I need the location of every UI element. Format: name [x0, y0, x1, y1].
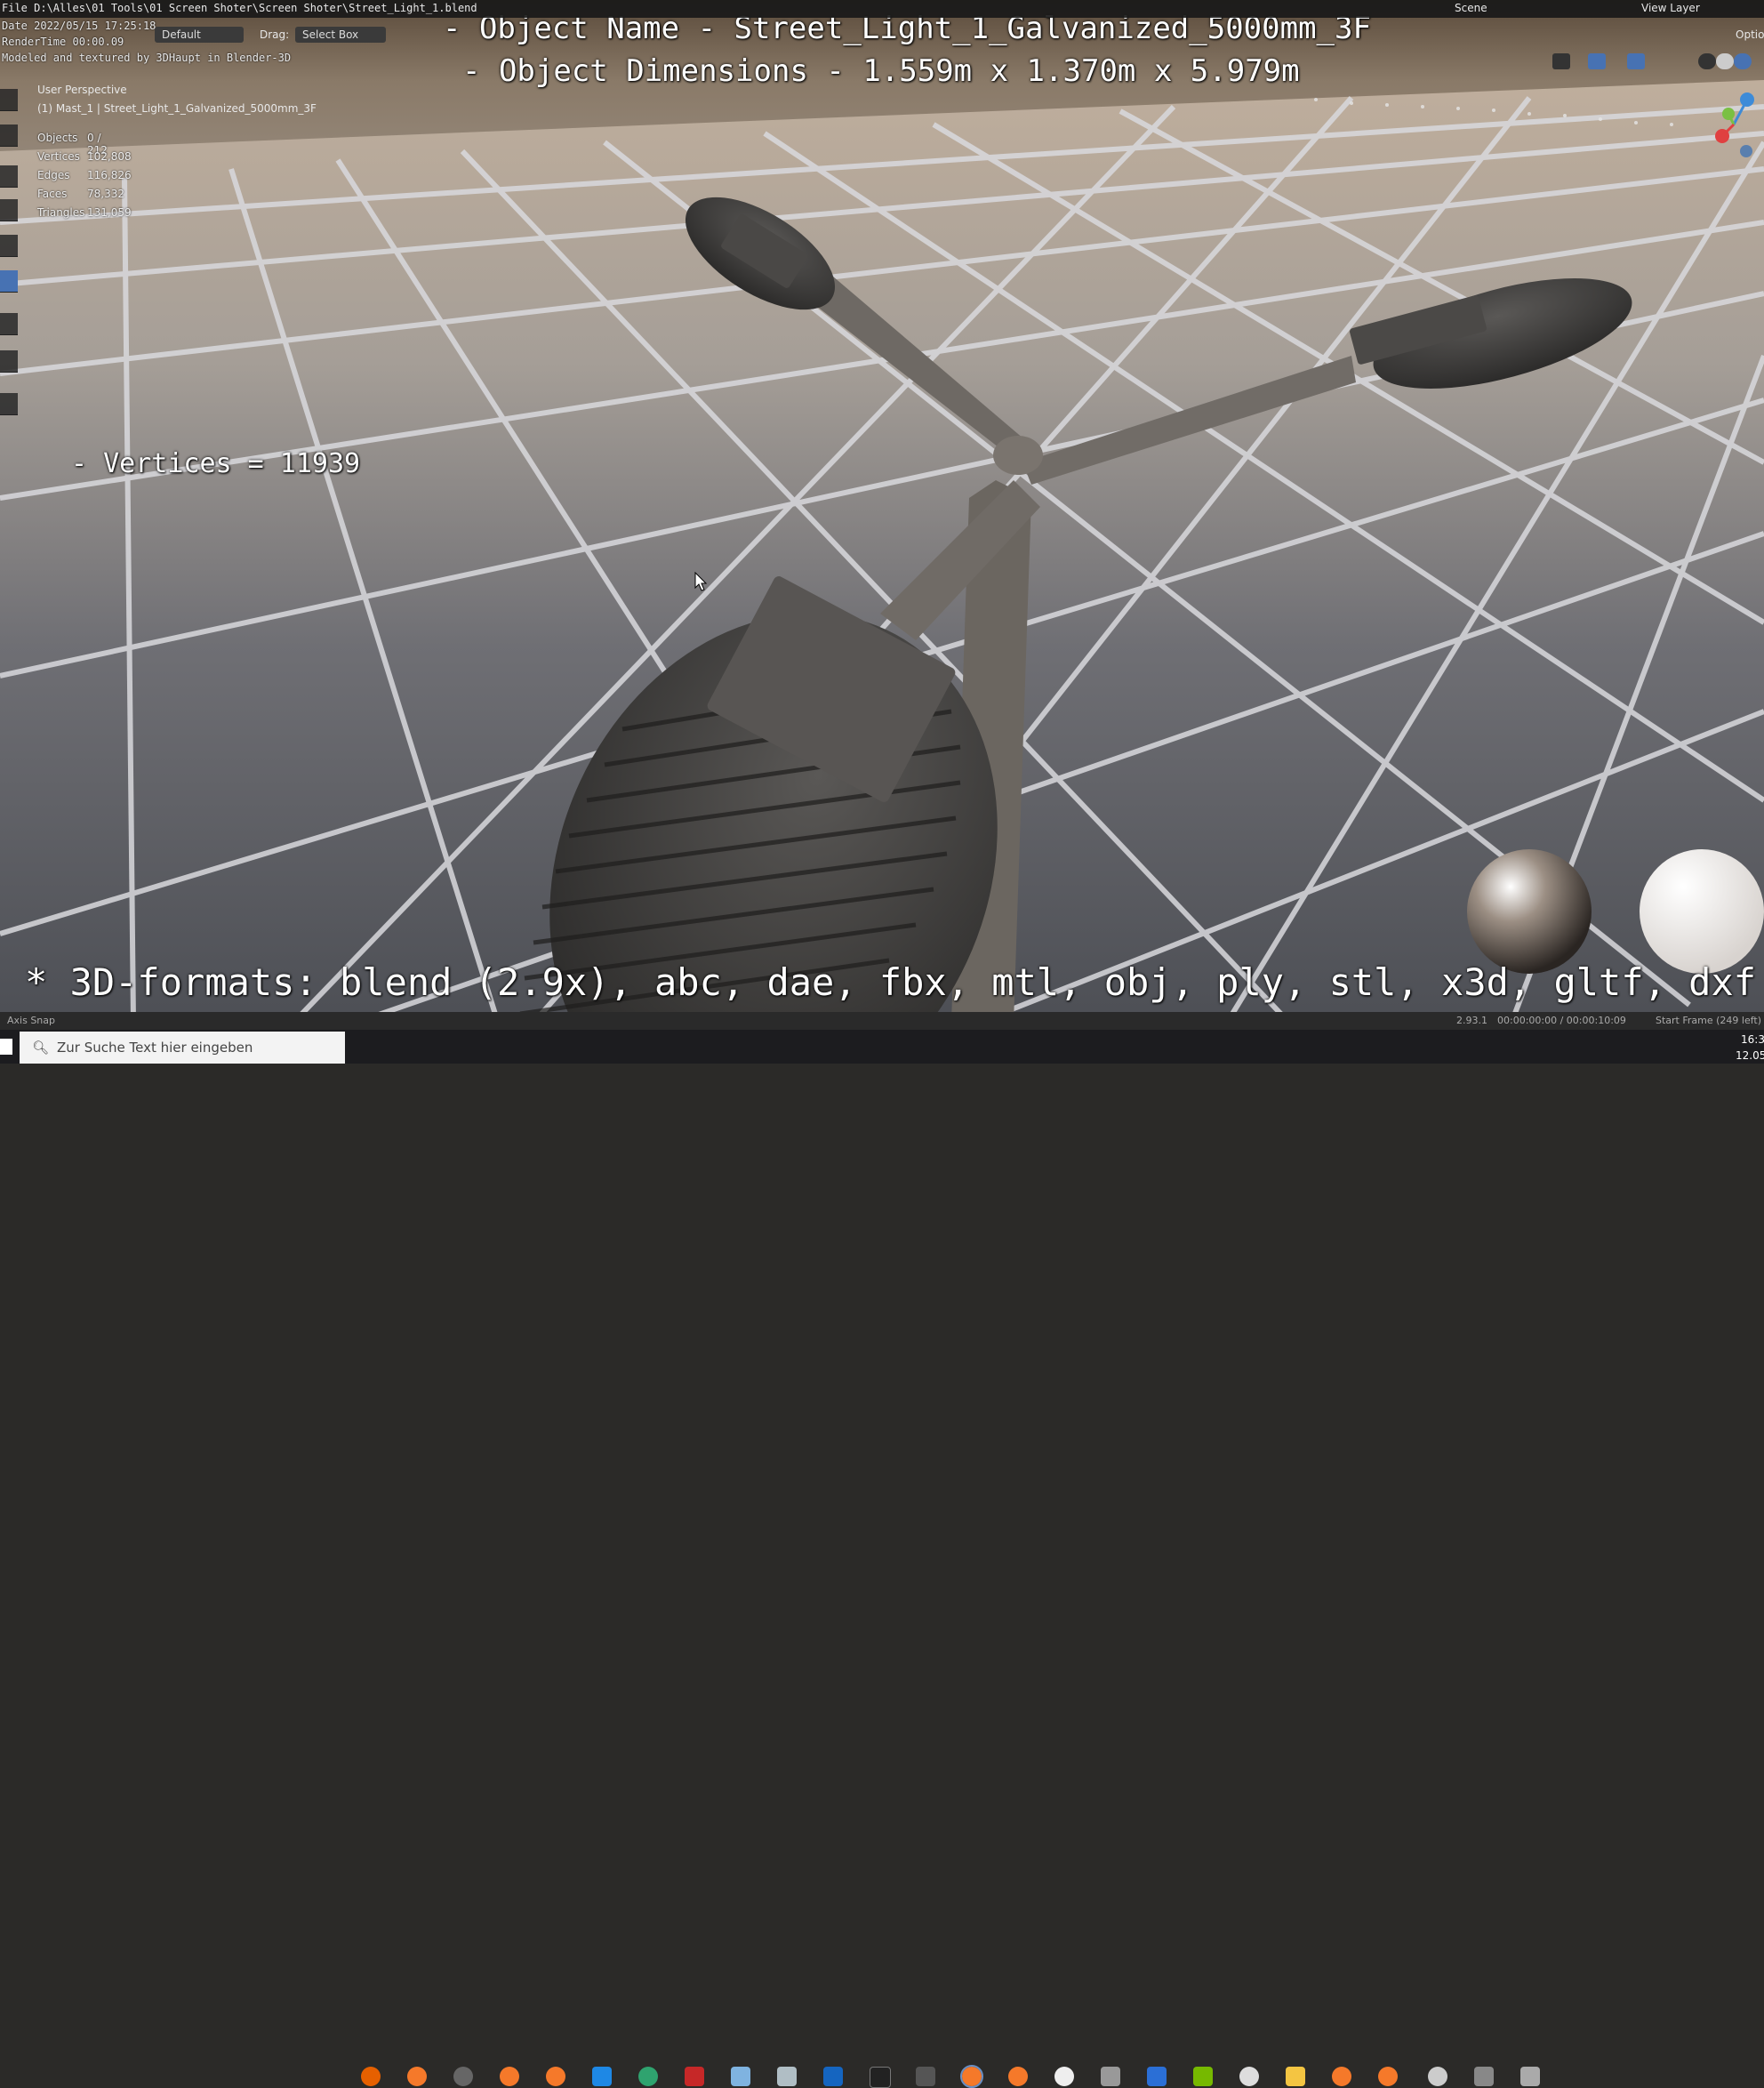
app-red-icon[interactable] [685, 2067, 704, 2086]
blender-icon[interactable] [407, 2067, 427, 2086]
drag-mode-dropdown[interactable]: Select Box [295, 27, 386, 43]
date-label: Date 2022/05/15 17:25:18 [2, 20, 156, 32]
unity-icon[interactable] [453, 2067, 473, 2086]
tool-measure-icon[interactable] [0, 350, 18, 373]
blender-active-icon[interactable] [960, 2065, 983, 2088]
matcap-white-ball [1640, 849, 1764, 974]
object-path-label: (1) Mast_1 | Street_Light_1_Galvanized_5… [37, 102, 317, 115]
tool-cursor-icon[interactable] [0, 124, 18, 147]
top-header-bar: File D:\Alles\01 Tools\01 Screen Shoter\… [0, 0, 1764, 18]
stat-vertices: Vertices 102,808 [37, 150, 132, 163]
overlay-formats: * 3D-formats: blend (2.9x), abc, dae, fb… [25, 960, 1757, 1004]
credit-label: Modeled and textured by 3DHaupt in Blend… [2, 52, 292, 64]
notepad-icon[interactable] [731, 2067, 750, 2086]
app-gray-icon[interactable] [1474, 2067, 1494, 2086]
blender-icon-3[interactable] [546, 2067, 565, 2086]
store-icon[interactable] [823, 2067, 843, 2086]
tool-annotate-icon[interactable] [0, 313, 18, 335]
drag-label: Drag: [260, 28, 290, 41]
workspace-dropdown[interactable]: Default [155, 27, 244, 43]
paint-icon[interactable] [777, 2067, 797, 2086]
blender-icon-2[interactable] [500, 2067, 519, 2086]
mouse-cursor-icon [694, 572, 707, 591]
blender-icon-5[interactable] [1332, 2067, 1351, 2086]
firefox-icon[interactable] [361, 2067, 381, 2086]
status-frame: Start Frame (249 left) [1656, 1015, 1762, 1026]
overlay-object-dimensions: - Object Dimensions - 1.559m x 1.370m x … [462, 53, 1300, 89]
stat-triangles: Triangles 131,059 [37, 206, 132, 219]
overlay-toggle-icon[interactable] [1627, 53, 1645, 69]
settings-gear-icon[interactable] [1428, 2067, 1447, 2086]
status-timecode: 00:00:00:00 / 00:00:10:09 [1497, 1015, 1626, 1026]
solid-shading-icon[interactable] [1716, 53, 1734, 69]
obs-icon[interactable] [1239, 2067, 1259, 2086]
material-shading-icon[interactable] [1734, 53, 1752, 69]
tool-scale-icon[interactable] [0, 235, 18, 257]
gizmo-toggle-icon[interactable] [1588, 53, 1606, 69]
status-axis-snap: Axis Snap [7, 1015, 55, 1026]
tool-transform-icon[interactable] [0, 270, 18, 293]
options-button[interactable]: Option [1736, 28, 1764, 41]
clock-time[interactable]: 16:3 [1741, 1033, 1764, 1046]
tool-move-icon[interactable] [0, 165, 18, 188]
tool-rotate-icon[interactable] [0, 199, 18, 221]
nvidia-icon[interactable] [1193, 2067, 1213, 2086]
tool-add-cube-icon[interactable] [0, 393, 18, 415]
tool-select-icon[interactable] [0, 89, 18, 111]
3d-viewport[interactable]: User Perspective (1) Mast_1 | Street_Lig… [0, 0, 1764, 1023]
view-layer-selector[interactable]: View Layer [1641, 2, 1700, 14]
blender-icon-6[interactable] [1378, 2067, 1398, 2086]
calendar-icon[interactable] [1147, 2067, 1167, 2086]
matcap-metal-ball [1467, 849, 1592, 974]
mail-icon[interactable] [592, 2067, 612, 2086]
file-path: File D:\Alles\01 Tools\01 Screen Shoter\… [2, 2, 477, 14]
clock-date[interactable]: 12.05 [1736, 1049, 1764, 1062]
cube-icon[interactable] [1101, 2067, 1120, 2086]
stat-edges: Edges 116,826 [37, 169, 132, 181]
overlay-vertices: - Vertices = 11939 [71, 448, 361, 479]
stat-faces: Faces 78,332 [37, 188, 124, 200]
blender-icon-4[interactable] [1008, 2067, 1028, 2086]
perspective-label: User Perspective [37, 84, 127, 96]
folder-icon[interactable] [1286, 2067, 1305, 2086]
panda-icon[interactable] [1054, 2067, 1074, 2086]
app-window-icon[interactable] [1520, 2067, 1540, 2086]
floor-grid [0, 80, 1764, 1023]
taskbar-apps [0, 1030, 1764, 2088]
wireframe-shading-icon[interactable] [1698, 53, 1716, 69]
render-time-label: RenderTime 00:00.09 [2, 36, 124, 48]
edge-icon[interactable] [638, 2067, 658, 2086]
status-bar: Axis Snap 2.93.1 00:00:00:00 / 00:00:10:… [0, 1012, 1764, 1030]
scene-selector[interactable]: Scene [1455, 2, 1487, 14]
app-dark-icon[interactable] [916, 2067, 935, 2086]
terminal-icon[interactable] [870, 2067, 891, 2088]
stat-objects: Objects 0 / 212 [37, 132, 108, 157]
viewport-overlay-icon[interactable] [1552, 53, 1570, 69]
status-version: 2.93.1 [1456, 1015, 1487, 1026]
